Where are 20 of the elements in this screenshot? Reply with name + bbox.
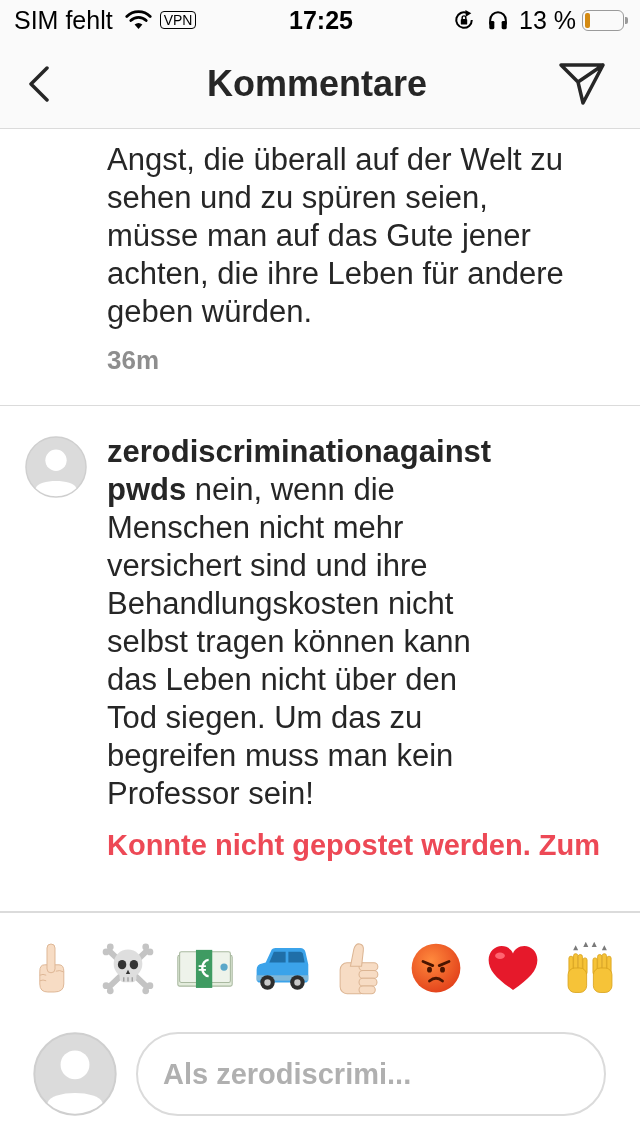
rotation-lock-icon [453, 9, 475, 31]
angry-face-icon[interactable] [409, 942, 462, 994]
skull-crossbones-icon[interactable] [100, 941, 155, 995]
post-failed-message[interactable]: Konnte nicht gepostet werden. Zum [107, 829, 600, 861]
avatar-icon [33, 1032, 117, 1116]
vpn-indicator: VPN [159, 11, 197, 29]
comment-text: Angst, die überall auf der Welt zu sehen und zu spüren seien, müsse man auf das Gute jener achten, die ihre Leben für andere geben würden. [107, 141, 565, 331]
battery-percentage: 13 % [519, 7, 576, 33]
comment-time: 36m [107, 345, 160, 375]
send-icon[interactable] [558, 62, 606, 106]
battery-icon [582, 9, 628, 31]
comment-input[interactable]: Als zerodiscrimi... [136, 1032, 606, 1116]
status-time: 17:25 [289, 7, 353, 33]
wifi-icon [124, 10, 152, 30]
carrier-label: SIM fehlt [14, 7, 113, 33]
headphones-icon [487, 9, 509, 31]
comment-text: zerodiscriminationagainstpwds nein, wenn die Menschen nicht mehr versichert sind und ihre Behandlungskosten nicht selbst tragen können kann das Leben nicht über den Tod siegen. Um das zu begreifen muss man kein Professor sein! [107, 433, 493, 813]
heart-icon[interactable] [486, 944, 539, 992]
back-icon[interactable] [28, 66, 50, 102]
page-title: Kommentare [206, 66, 428, 102]
